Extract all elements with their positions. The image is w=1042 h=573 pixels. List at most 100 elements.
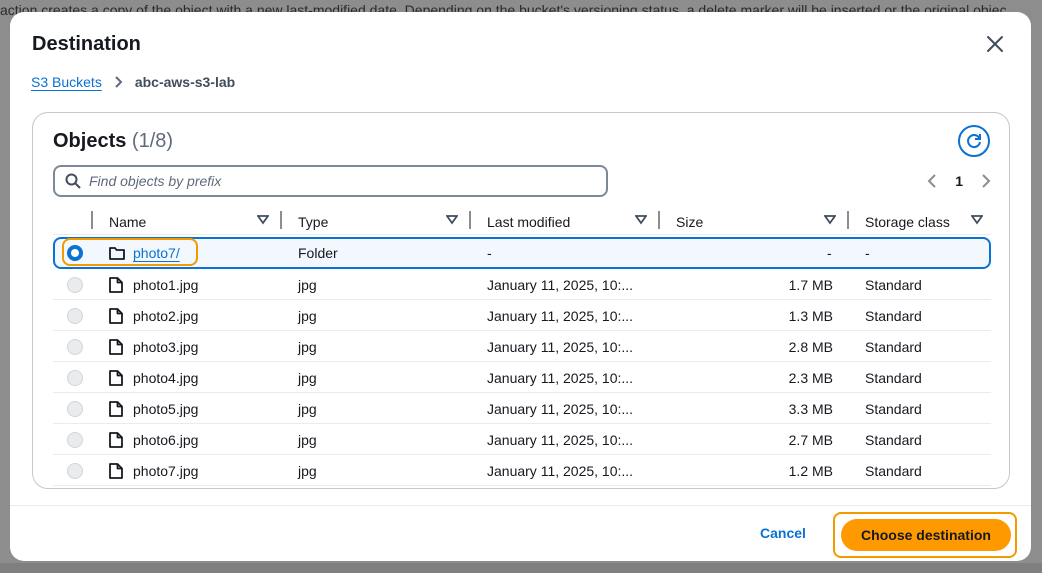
column-divider: [658, 211, 660, 229]
row-size: 1.3 MB: [788, 307, 833, 324]
search-box: [53, 165, 608, 197]
row-storage: Standard: [865, 400, 922, 417]
refresh-button[interactable]: [958, 125, 990, 157]
row-type: jpg: [298, 338, 317, 355]
row-size: -: [827, 245, 832, 261]
column-header-size[interactable]: Size: [676, 209, 836, 235]
radio-button[interactable]: [67, 307, 83, 324]
row-modified: January 11, 2025, 10:...: [487, 462, 634, 479]
chevron-left-icon[interactable]: [927, 174, 937, 188]
choose-destination-button[interactable]: Choose destination: [841, 519, 1011, 551]
row-type: jpg: [298, 369, 317, 386]
objects-count: (1/8): [131, 130, 174, 152]
radio-button[interactable]: [67, 338, 83, 355]
file-icon: [109, 269, 123, 300]
breadcrumb-s3-buckets[interactable]: S3 Buckets: [31, 74, 102, 90]
column-divider: [91, 211, 93, 229]
row-name: photo5.jpg: [133, 400, 199, 417]
row-radio[interactable]: [67, 455, 83, 486]
column-header-last-modified[interactable]: Last modified: [487, 209, 647, 235]
chevron-right-icon[interactable]: [981, 174, 991, 188]
close-icon: [987, 36, 1003, 52]
row-radio[interactable]: [67, 300, 83, 331]
row-storage: -: [865, 245, 870, 261]
column-header-name[interactable]: Name: [109, 209, 269, 235]
file-icon: [109, 424, 123, 455]
row-modified: -: [487, 245, 492, 261]
row-name: photo7.jpg: [133, 462, 199, 479]
column-header-storage-class[interactable]: Storage class: [865, 209, 983, 235]
row-modified: January 11, 2025, 10:...: [487, 276, 634, 293]
table-row[interactable]: photo7/ Folder - - -: [53, 237, 991, 269]
cancel-button[interactable]: Cancel: [760, 525, 806, 545]
file-icon: [109, 362, 123, 393]
radio-button[interactable]: [67, 431, 83, 448]
column-label: Type: [298, 214, 329, 230]
row-radio[interactable]: [67, 393, 83, 424]
modal-header: Destination: [32, 30, 1009, 60]
row-type: jpg: [298, 276, 317, 293]
row-radio[interactable]: [67, 362, 83, 393]
table-row[interactable]: photo5.jpg jpg January 11, 2025, 10:... 3.3…: [53, 393, 991, 424]
row-size: 2.7 MB: [788, 431, 833, 448]
choose-destination-highlight: Choose destination: [833, 512, 1017, 558]
file-icon: [109, 300, 123, 331]
row-size: 2.3 MB: [788, 369, 833, 386]
row-name: photo6.jpg: [133, 431, 199, 448]
file-icon: [109, 455, 123, 486]
column-header-type[interactable]: Type: [298, 209, 458, 235]
search-input[interactable]: [89, 173, 569, 189]
table-row[interactable]: photo6.jpg jpg January 11, 2025, 10:... 2.7…: [53, 424, 991, 455]
column-divider: [280, 211, 282, 229]
sort-icon: [824, 215, 836, 225]
breadcrumb-current: abc-aws-s3-lab: [134, 74, 236, 90]
file-icon: [109, 331, 123, 362]
table-row[interactable]: photo7.jpg jpg January 11, 2025, 10:... 1.2…: [53, 455, 991, 486]
sort-icon: [446, 215, 458, 225]
row-storage: Standard: [865, 276, 922, 293]
row-size: 1.7 MB: [788, 276, 833, 293]
radio-button[interactable]: [67, 245, 83, 261]
modal-title: Destination: [32, 33, 141, 55]
table-header: Name Type Last modified Size Storage cla…: [53, 209, 991, 235]
row-name: photo2.jpg: [133, 307, 199, 324]
radio-button[interactable]: [67, 369, 83, 386]
column-label: Last modified: [487, 214, 571, 230]
refresh-icon: [967, 134, 981, 149]
row-storage: Standard: [865, 431, 922, 448]
objects-heading: Objects (1/8): [53, 129, 173, 153]
objects-title: Objects: [53, 130, 127, 152]
search-icon: [65, 173, 81, 189]
row-name: photo1.jpg: [133, 276, 199, 293]
sort-icon: [257, 215, 269, 225]
row-radio[interactable]: [67, 239, 83, 267]
row-radio[interactable]: [67, 269, 83, 300]
row-name: photo3.jpg: [133, 338, 199, 355]
row-type: jpg: [298, 400, 317, 417]
row-type: jpg: [298, 431, 317, 448]
radio-button[interactable]: [67, 276, 83, 293]
table-row[interactable]: photo2.jpg jpg January 11, 2025, 10:... 1.3…: [53, 300, 991, 331]
breadcrumb: S3 Buckets abc-aws-s3-lab: [31, 72, 235, 92]
pagination: 1: [927, 171, 991, 191]
page-number[interactable]: 1: [955, 173, 963, 189]
folder-link[interactable]: photo7/: [133, 245, 180, 261]
table-row[interactable]: photo1.jpg jpg January 11, 2025, 10:... 1.7…: [53, 269, 991, 300]
table-row[interactable]: photo4.jpg jpg January 11, 2025, 10:... 2.3…: [53, 362, 991, 393]
row-radio[interactable]: [67, 424, 83, 455]
row-storage: Standard: [865, 338, 922, 355]
footer-divider: [10, 505, 1031, 506]
row-storage: Standard: [865, 462, 922, 479]
column-label: Storage class: [865, 214, 950, 230]
row-name[interactable]: photo7/: [133, 239, 180, 267]
radio-button[interactable]: [67, 400, 83, 417]
table-row[interactable]: photo3.jpg jpg January 11, 2025, 10:... 2.8…: [53, 331, 991, 362]
close-button[interactable]: [981, 30, 1009, 58]
radio-button[interactable]: [67, 462, 83, 479]
row-modified: January 11, 2025, 10:...: [487, 369, 634, 386]
column-label: Name: [109, 214, 147, 230]
row-storage: Standard: [865, 369, 922, 386]
row-modified: January 11, 2025, 10:...: [487, 338, 634, 355]
row-size: 3.3 MB: [788, 400, 833, 417]
row-radio[interactable]: [67, 331, 83, 362]
